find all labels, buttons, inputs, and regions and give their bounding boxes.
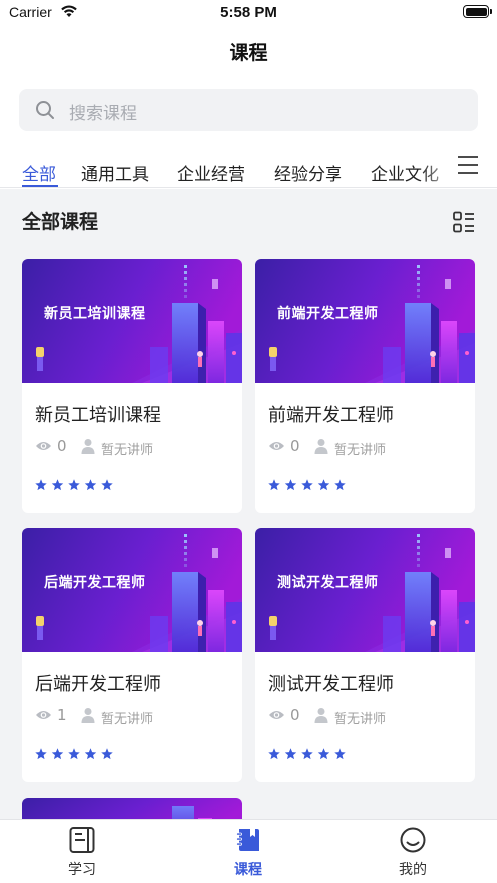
course-banner: 后端开发工程师	[22, 528, 242, 652]
star-icon	[51, 479, 64, 491]
eye-icon	[36, 442, 51, 450]
course-meta: 1 暂无讲师	[35, 706, 235, 727]
search-input[interactable]: 搜索课程	[19, 89, 478, 131]
profile-face-icon	[400, 827, 426, 853]
course-meta: 0 暂无讲师	[268, 706, 468, 727]
hamburger-menu-icon	[458, 156, 478, 174]
teacher-icon	[81, 439, 95, 454]
teacher-name: 暂无讲师	[101, 712, 154, 727]
tabbar-label: 课程	[234, 862, 262, 878]
battery-icon	[463, 5, 492, 18]
search-icon	[36, 101, 54, 119]
star-icon	[35, 479, 47, 491]
course-title: 前端开发工程师	[268, 405, 394, 426]
tab-general-tools[interactable]: 通用工具	[81, 160, 149, 185]
star-icon	[84, 479, 97, 491]
star-icon	[301, 479, 313, 491]
star-icons	[35, 479, 113, 491]
star-icons	[35, 748, 113, 760]
eye-icon	[36, 711, 51, 719]
banner-text: 测试开发工程师	[277, 575, 379, 591]
course-title: 后端开发工程师	[35, 674, 161, 695]
rating-stars	[268, 476, 358, 491]
star-icon	[284, 479, 297, 491]
teacher-icon	[81, 708, 95, 723]
tab-all[interactable]: 全部	[22, 160, 56, 185]
course-banner: 测试开发工程师	[255, 528, 475, 652]
teacher-icon	[314, 708, 328, 723]
course-banner: 新员工培训课程	[22, 259, 242, 383]
star-icon	[334, 748, 346, 760]
course-card[interactable]: 后端开发工程师 后端开发工程师 1 暂无讲师	[22, 528, 242, 782]
star-icon	[101, 748, 113, 760]
rating-stars	[35, 476, 125, 491]
tabbar-item-study[interactable]: 学习	[32, 826, 132, 882]
star-icon	[268, 748, 280, 760]
eye-icon	[269, 711, 284, 719]
course-title: 测试开发工程师	[268, 674, 394, 695]
tabbar-item-course[interactable]: 课程	[198, 826, 298, 882]
star-icon	[68, 479, 80, 491]
rating-stars	[35, 745, 125, 760]
star-icon	[317, 748, 330, 760]
view-count: 0	[290, 706, 300, 724]
course-meta: 0 暂无讲师	[268, 437, 468, 458]
study-icon	[69, 827, 95, 853]
status-bar: Carrier 5:58 PM	[0, 0, 497, 26]
course-card[interactable]: 前端开发工程师 前端开发工程师 0 暂无讲师	[255, 259, 475, 513]
banner-text: 新员工培训课程	[44, 306, 146, 322]
bottom-tab-bar: 学习 课程 我的	[0, 819, 497, 883]
star-icon	[68, 748, 80, 760]
star-icon	[84, 748, 97, 760]
tabbar-label: 我的	[399, 862, 427, 878]
clock: 5:58 PM	[220, 4, 277, 21]
teacher-name: 暂无讲师	[334, 443, 387, 458]
tabs-menu-button[interactable]	[456, 153, 480, 177]
tabbar-label: 学习	[68, 862, 96, 878]
rating-stars	[268, 745, 358, 760]
star-icon	[317, 479, 330, 491]
course-meta: 0 暂无讲师	[35, 437, 235, 458]
course-banner: 前端开发工程师	[255, 259, 475, 383]
eye-icon	[269, 442, 284, 450]
course-book-icon	[236, 829, 259, 851]
tab-business-operation[interactable]: 企业经营	[177, 160, 245, 185]
section-title: 全部课程	[22, 211, 99, 233]
star-icon	[284, 748, 297, 760]
star-icon	[301, 748, 313, 760]
banner-text: 前端开发工程师	[277, 306, 379, 322]
view-count: 0	[57, 437, 67, 455]
star-icon	[268, 479, 280, 491]
course-card[interactable]: 测试开发工程师 测试开发工程师 0 暂无讲师	[255, 528, 475, 782]
view-count: 0	[290, 437, 300, 455]
tab-experience-sharing[interactable]: 经验分享	[274, 160, 342, 185]
star-icon	[101, 479, 113, 491]
active-tab-indicator	[22, 185, 58, 187]
star-icons	[268, 748, 346, 760]
page-title: 课程	[229, 42, 268, 64]
banner-text: 后端开发工程师	[44, 575, 146, 591]
list-view-toggle-icon[interactable]	[453, 211, 475, 233]
teacher-icon	[314, 439, 328, 454]
category-tabs: 全部 通用工具 企业经营 经验分享 企业文化	[0, 150, 497, 188]
course-card[interactable]: 新员工培训课程 新员工培训课程 0 暂无讲师	[22, 259, 242, 513]
star-icon	[51, 748, 64, 760]
search-placeholder: 搜索课程	[69, 104, 137, 124]
tabbar-item-profile[interactable]: 我的	[363, 826, 463, 882]
tabs-fade	[420, 150, 460, 187]
view-count: 1	[57, 706, 67, 724]
star-icon	[334, 479, 346, 491]
star-icons	[268, 479, 346, 491]
course-title: 新员工培训课程	[35, 405, 161, 426]
teacher-name: 暂无讲师	[101, 443, 154, 458]
teacher-name: 暂无讲师	[334, 712, 387, 727]
star-icon	[35, 748, 47, 760]
